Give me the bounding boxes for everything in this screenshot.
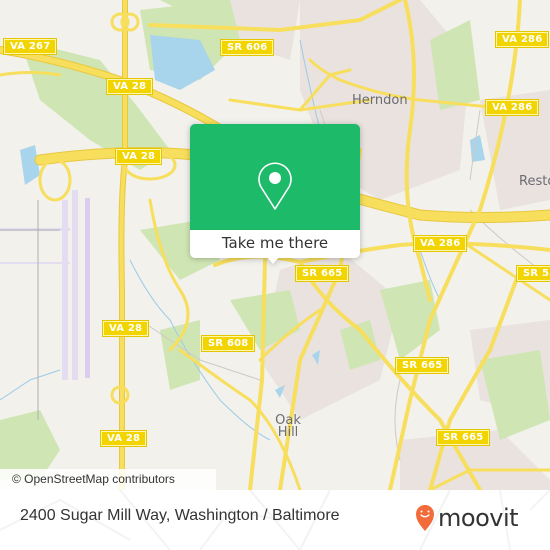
road-shield-sr665: SR 665: [396, 358, 449, 373]
road-shield-va28: VA 28: [107, 79, 153, 94]
road-shield-va28: VA 28: [101, 431, 147, 446]
place-label-hill: Hill: [277, 425, 299, 440]
location-popup: Take me there: [190, 124, 360, 264]
map-view[interactable]: VA 267 SR 606 VA 286 VA 28 VA 286 VA 28 …: [0, 0, 550, 490]
road-shield-sr53: SR 53: [517, 266, 550, 281]
location-pin-icon: [258, 162, 292, 210]
road-shield-va286: VA 286: [414, 236, 467, 251]
road-shield-sr665: SR 665: [437, 430, 490, 445]
road-shield-va28: VA 28: [103, 321, 149, 336]
moovit-wordmark: moovit: [438, 504, 519, 532]
road-shield-va286: VA 286: [486, 100, 539, 115]
road-shield-va28: VA 28: [116, 149, 162, 164]
road-shield-va286: VA 286: [496, 32, 549, 47]
place-label-herndon: Herndon: [352, 93, 408, 108]
moovit-smiley-pin-icon: [416, 505, 434, 531]
airport-runways: [0, 190, 90, 420]
footer: 2400 Sugar Mill Way, Washington / Baltim…: [0, 490, 550, 550]
moovit-logo[interactable]: moovit: [415, 502, 519, 534]
road-shield-sr608: SR 608: [202, 336, 255, 351]
road-shield-sr606: SR 606: [221, 40, 274, 55]
map-attribution[interactable]: © OpenStreetMap contributors: [0, 469, 216, 490]
popup-header: [190, 124, 360, 230]
road-shield-va267: VA 267: [4, 39, 57, 54]
place-label-reston: Resto: [519, 174, 550, 189]
road-shield-sr665: SR 665: [296, 266, 349, 281]
popup-pointer: [264, 254, 282, 264]
place-label-oak-hill: Oak Hill: [273, 414, 303, 440]
destination-address: 2400 Sugar Mill Way, Washington / Baltim…: [20, 507, 340, 524]
